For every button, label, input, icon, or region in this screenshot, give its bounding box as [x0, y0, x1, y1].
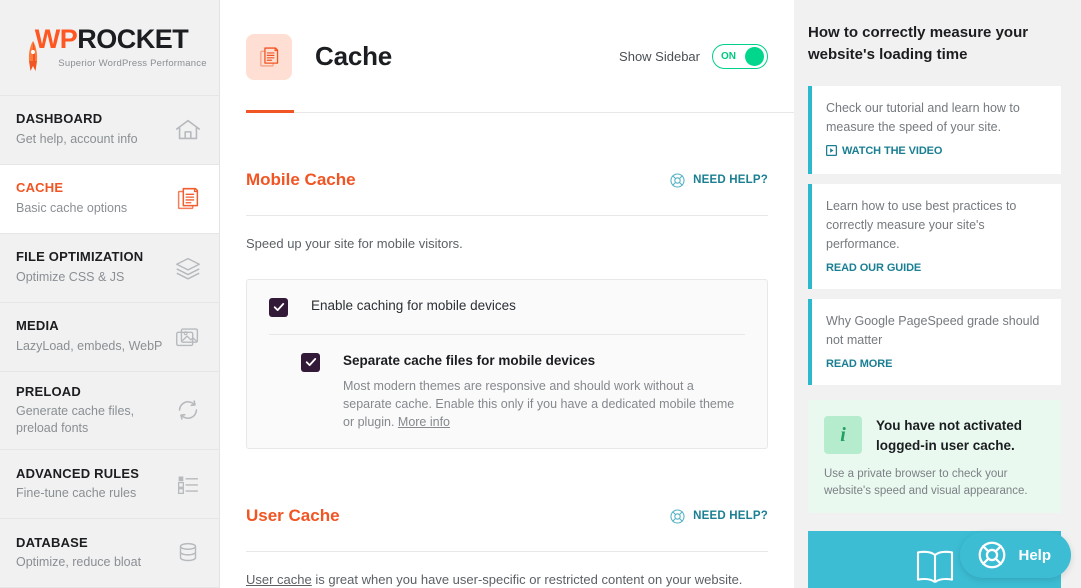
check-icon: [273, 303, 284, 312]
sidebar-item-title: FILE OPTIMIZATION: [16, 249, 144, 265]
sidebar-item-subtitle: Fine-tune cache rules: [16, 486, 137, 501]
more-info-link[interactable]: More info: [398, 415, 450, 429]
left-sidebar: WPROCKET Superior WordPress Performance …: [0, 0, 220, 588]
sidebar-item-subtitle: Generate cache files, preload fonts: [16, 404, 135, 436]
sidebar-item-title: PRELOAD: [16, 383, 81, 399]
main-content: Cache Show Sidebar ON Mobile Cache NEED …: [220, 0, 794, 588]
rightbar-card-guide: Learn how to use best practices to corre…: [808, 184, 1061, 289]
header-divider: [246, 112, 794, 113]
section-header: User Cache NEED HELP?: [246, 449, 768, 553]
watch-the-video-label: WATCH THE VIDEO: [842, 144, 943, 157]
section-title: Mobile Cache: [246, 170, 356, 190]
sidebar-item-title: MEDIA: [16, 318, 59, 334]
logo-rocket: ROCKET: [77, 23, 189, 54]
option-label: Separate cache files for mobile devices: [343, 352, 596, 368]
show-sidebar-label: Show Sidebar: [619, 49, 700, 64]
option-row-separate-cache-files[interactable]: Separate cache files for mobile devices …: [269, 333, 745, 448]
info-icon: i: [824, 416, 862, 454]
toggle-knob: [745, 47, 764, 66]
sidebar-item-subtitle: Optimize CSS & JS: [16, 270, 125, 285]
help-button[interactable]: Help: [960, 532, 1071, 578]
sidebar-item-subtitle: Optimize, reduce bloat: [16, 555, 142, 570]
show-sidebar-toggle[interactable]: ON: [712, 44, 768, 69]
video-icon: [826, 145, 837, 156]
refresh-icon: [178, 400, 198, 421]
read-our-guide-link[interactable]: READ OUR GUIDE: [826, 262, 921, 274]
sidebar-item-subtitle: Basic cache options: [16, 201, 128, 216]
rightbar-card-pagespeed: Why Google PageSpeed grade should not ma…: [808, 299, 1061, 385]
header-controls: Show Sidebar ON: [619, 44, 768, 69]
brand-logo: WPROCKET Superior WordPress Performance: [0, 0, 219, 96]
sidebar-item-advanced-rules[interactable]: ADVANCED RULES Fine-tune cache rules: [0, 450, 219, 519]
logo-wp: WP: [34, 23, 78, 54]
active-tab-indicator: [246, 110, 294, 113]
lifebuoy-icon: [670, 509, 685, 524]
document-icon: [260, 46, 279, 67]
book-icon: [916, 551, 953, 584]
section-title: User Cache: [246, 506, 340, 526]
help-button-label: Help: [1018, 546, 1051, 564]
section-description-rest: is great when you have user-specific or …: [311, 572, 743, 588]
checkbox-separate-cache-files[interactable]: [301, 352, 320, 372]
rightbar-card-text: Check our tutorial and learn how to meas…: [826, 100, 1020, 134]
logo-tagline: Superior WordPress Performance: [58, 57, 207, 69]
rocket-icon: [29, 40, 38, 71]
sidebar-item-cache[interactable]: CACHE Basic cache options: [0, 164, 219, 234]
document-icon: [177, 187, 199, 209]
page-header: Cache Show Sidebar ON: [220, 0, 794, 113]
sidebar-item-media[interactable]: MEDIA LazyLoad, embeds, WebP: [0, 302, 219, 372]
sidebar-item-subtitle: Get help, account info: [16, 132, 138, 147]
rightbar-title: How to correctly measure your website's …: [808, 24, 1029, 63]
lifebuoy-icon: [979, 541, 1006, 569]
section-description: Speed up your site for mobile visitors.: [246, 236, 463, 252]
sidebar-item-title: DATABASE: [16, 534, 88, 550]
rightbar-card-text: Learn how to use best practices to corre…: [826, 199, 1017, 251]
database-icon: [179, 542, 197, 562]
watch-the-video-link[interactable]: WATCH THE VIDEO: [826, 145, 942, 157]
option-label: Enable caching for mobile devices: [311, 297, 516, 313]
read-our-guide-label: READ OUR GUIDE: [826, 262, 922, 274]
sidebar-nav: DASHBOARD Get help, account info CACHE B…: [0, 95, 219, 588]
sidebar-item-dashboard[interactable]: DASHBOARD Get help, account info: [0, 95, 219, 165]
right-sidebar: How to correctly measure your website's …: [794, 0, 1081, 588]
section-description: User cache is great when you have user-s…: [246, 570, 768, 588]
sidebar-item-file-optimization[interactable]: FILE OPTIMIZATION Optimize CSS & JS: [0, 233, 219, 303]
sidebar-item-title: DASHBOARD: [16, 111, 103, 127]
images-icon: [176, 327, 199, 346]
read-more-link[interactable]: READ MORE: [826, 358, 892, 370]
lifebuoy-icon: [670, 173, 685, 188]
need-help-label: NEED HELP?: [693, 510, 768, 523]
user-cache-info-box: i You have not activated logged-in user …: [808, 400, 1061, 514]
need-help-label: NEED HELP?: [693, 174, 768, 187]
rightbar-card-tutorial: Check our tutorial and learn how to meas…: [808, 85, 1061, 174]
section-user-cache: User Cache NEED HELP? User cache is grea…: [246, 449, 768, 588]
read-more-label: READ MORE: [826, 358, 893, 370]
section-mobile-cache: Mobile Cache NEED HELP? Speed up your si…: [246, 113, 768, 450]
list-icon: [177, 476, 199, 495]
sidebar-item-preload[interactable]: PRELOAD Generate cache files, preload fo…: [0, 371, 219, 450]
settings-body: Mobile Cache NEED HELP? Speed up your si…: [220, 113, 794, 588]
page-title: Cache: [315, 41, 393, 71]
home-icon: [175, 119, 201, 139]
need-help-link-mobile-cache[interactable]: NEED HELP?: [669, 172, 768, 189]
sidebar-item-database[interactable]: DATABASE Optimize, reduce bloat: [0, 519, 219, 588]
option-note: Most modern themes are responsive and sh…: [343, 377, 745, 431]
sidebar-item-title: CACHE: [16, 180, 64, 196]
section-header: Mobile Cache NEED HELP?: [246, 113, 768, 217]
sidebar-item-subtitle: LazyLoad, embeds, WebP: [16, 339, 163, 354]
check-icon: [305, 358, 316, 367]
checkbox-enable-mobile-caching[interactable]: [269, 297, 288, 317]
mobile-cache-options-card: Enable caching for mobile devices Separa…: [246, 278, 768, 450]
info-box-text: Use a private browser to check your webs…: [824, 468, 1028, 497]
toggle-state-label: ON: [721, 51, 736, 62]
page-icon: [246, 33, 292, 80]
app-root: WPROCKET Superior WordPress Performance …: [0, 0, 1081, 588]
layers-icon: [176, 257, 200, 280]
user-cache-link[interactable]: User cache: [246, 572, 312, 587]
option-row-enable-mobile-caching[interactable]: Enable caching for mobile devices: [269, 280, 745, 334]
need-help-link-user-cache[interactable]: NEED HELP?: [669, 508, 768, 525]
rightbar-card-text: Why Google PageSpeed grade should not ma…: [826, 314, 1040, 347]
sidebar-item-title: ADVANCED RULES: [16, 465, 140, 481]
info-box-title: You have not activated logged-in user ca…: [876, 418, 1023, 453]
